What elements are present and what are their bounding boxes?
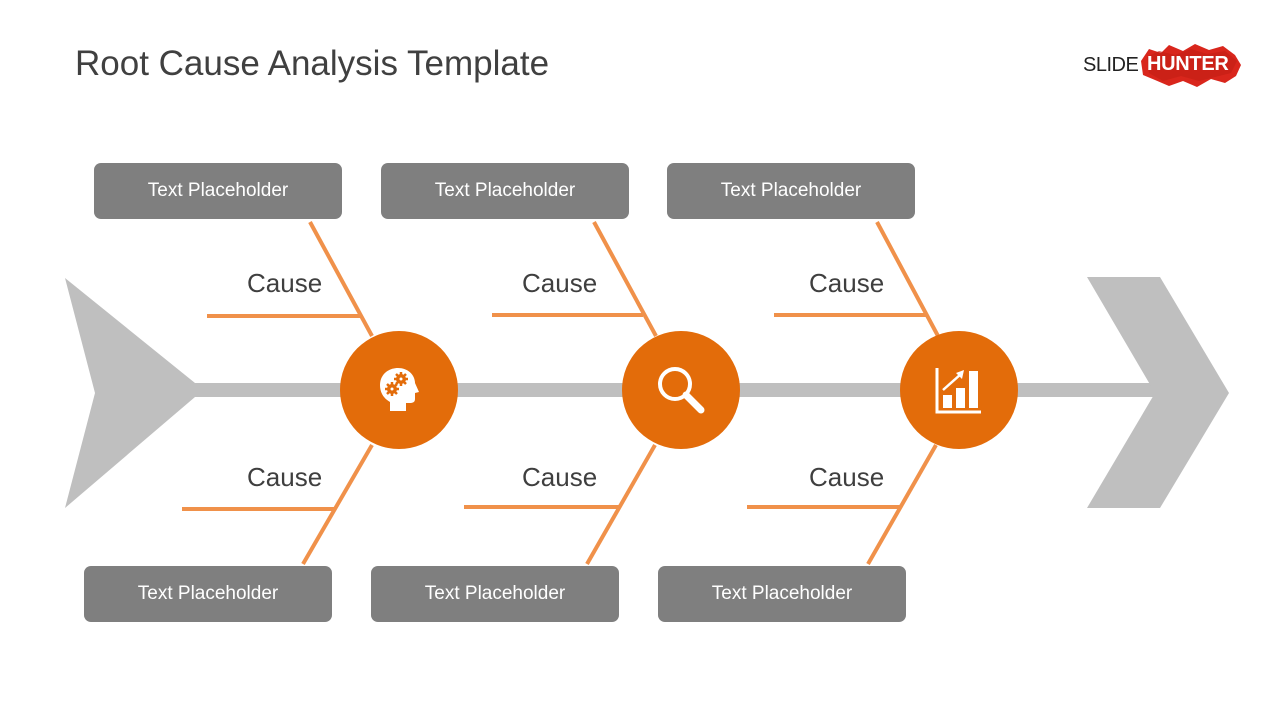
cause-label-bottom-1[interactable]: Cause: [247, 462, 322, 493]
branch-circle-1: [340, 331, 458, 449]
magnifier-icon: [658, 367, 705, 414]
bottom-text-placeholder-3[interactable]: Text Placeholder: [658, 566, 906, 622]
cause-label-bottom-3[interactable]: Cause: [809, 462, 884, 493]
top-text-placeholder-1[interactable]: Text Placeholder: [94, 163, 342, 219]
branch-circle-2: [622, 331, 740, 449]
growth-chart-icon: [935, 368, 981, 414]
head-gears-icon: [380, 368, 419, 411]
cause-label-top-3[interactable]: Cause: [809, 268, 884, 299]
cause-label-top-1[interactable]: Cause: [247, 268, 322, 299]
lower-diagonal-bone: [585, 444, 657, 565]
top-text-placeholder-2[interactable]: Text Placeholder: [381, 163, 629, 219]
fish-tail-shape: [65, 278, 195, 508]
top-text-placeholder-3[interactable]: Text Placeholder: [667, 163, 915, 219]
branch-circle-3: [900, 331, 1018, 449]
cause-label-bottom-2[interactable]: Cause: [522, 462, 597, 493]
bottom-text-placeholder-1[interactable]: Text Placeholder: [84, 566, 332, 622]
cause-label-top-2[interactable]: Cause: [522, 268, 597, 299]
upper-diagonal-bone: [875, 221, 940, 337]
bottom-text-placeholder-2[interactable]: Text Placeholder: [371, 566, 619, 622]
upper-diagonal-bone: [592, 221, 658, 337]
